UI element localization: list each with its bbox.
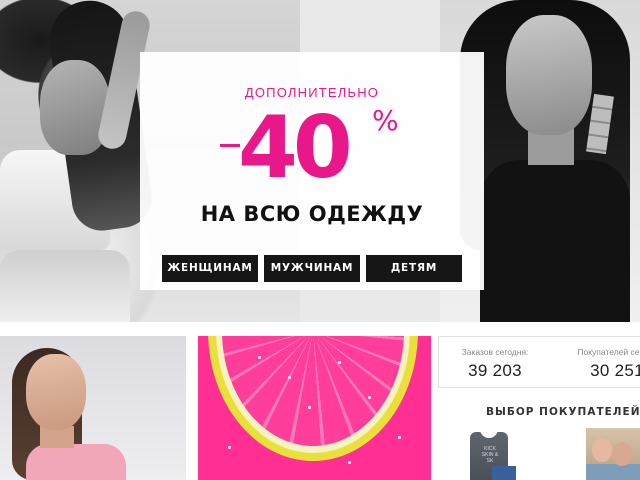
shirt-print-text: KICK SKIN & SK <box>481 446 499 464</box>
promo-percent-sign: % <box>372 104 399 137</box>
grapefruit-promo-tile[interactable] <box>198 336 431 480</box>
promo-card: ДОПОЛНИТЕЛЬНО 40 % НА ВСЮ ОДЕЖДУ ЖЕНЩИНА… <box>140 52 484 290</box>
model-promo-tile[interactable] <box>0 336 186 480</box>
promo-headline: НА ВСЮ ОДЕЖДУ <box>200 202 424 226</box>
buyers-choice-title: ВЫБОР ПОКУПАТЕЛЕЙ <box>486 406 640 418</box>
kids-category-button[interactable]: ДЕТЯМ <box>366 255 462 282</box>
orders-today-label: Заказов сегодня: <box>461 347 529 357</box>
hero-banner[interactable]: ДОПОЛНИТЕЛЬНО 40 % НА ВСЮ ОДЕЖДУ ЖЕНЩИНА… <box>0 0 640 322</box>
stats-box: Заказов сегодня: 39 203 Покупателей сего… <box>438 336 640 388</box>
orders-today-value: 39 203 <box>468 361 522 380</box>
buyers-choice-item-photo[interactable] <box>586 428 640 480</box>
promo-discount-number: 40 <box>238 98 353 198</box>
women-category-button[interactable]: ЖЕНЩИНАМ <box>162 255 258 282</box>
buyers-today-stat: Покупателей сегодн 30 251 <box>557 347 640 381</box>
promo-dash <box>220 144 240 147</box>
buyers-today-value: 30 251 <box>590 361 640 380</box>
promo-discount: 40 % <box>140 98 484 198</box>
stats-panel: Заказов сегодня: 39 203 Покупателей сего… <box>438 336 640 480</box>
men-category-button[interactable]: МУЖЧИНАМ <box>264 255 360 282</box>
orders-today-stat: Заказов сегодня: 39 203 <box>439 347 551 381</box>
buyers-today-label: Покупателей сегодн <box>577 347 640 357</box>
buyers-choice-item-shirt[interactable]: KICK SKIN & SK <box>464 428 516 480</box>
